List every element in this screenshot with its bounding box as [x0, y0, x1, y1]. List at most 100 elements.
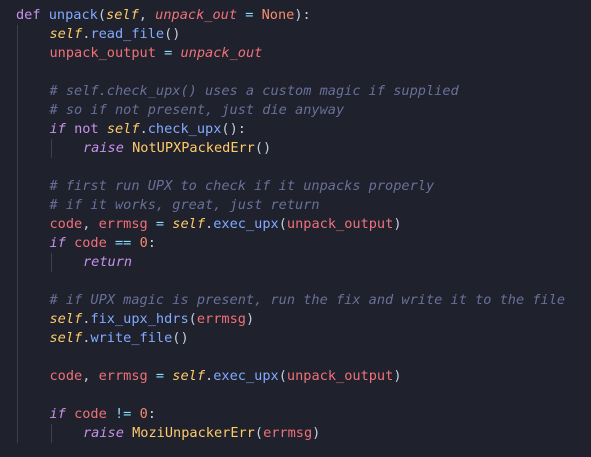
code-token: =: [147, 216, 173, 232]
code-token: self: [49, 311, 83, 327]
code-token: =: [147, 368, 173, 384]
code-line[interactable]: # so if not present, just die anyway: [50, 101, 345, 120]
indent-guide-level-2: [50, 424, 52, 443]
code-token: code: [49, 368, 83, 384]
code-token: :: [147, 235, 156, 251]
code-line[interactable]: raise MoziUnpackerErr(errmsg): [83, 424, 320, 443]
code-token: ==: [106, 235, 140, 251]
code-token: not: [74, 121, 99, 137]
code-line[interactable]: # self.check_upx() uses a custom magic i…: [50, 82, 459, 101]
code-token: (): [172, 330, 189, 346]
code-token: errmsg: [98, 216, 148, 232]
code-line[interactable]: # first run UPX to check if it unpacks p…: [50, 177, 435, 196]
code-token: (: [278, 216, 287, 232]
code-comment: # so if not present, just die anyway: [49, 102, 345, 118]
code-line[interactable]: if not self.check_upx():: [50, 120, 246, 139]
code-token: ): [393, 216, 402, 232]
code-token: (: [188, 311, 197, 327]
code-token: fix_upx_hdrs: [90, 311, 189, 327]
code-token: ): [312, 425, 321, 441]
code-token: if: [49, 406, 66, 422]
code-token: (): [164, 26, 181, 42]
code-token: unpack_output: [286, 216, 394, 232]
code-token: .: [205, 368, 214, 384]
code-token: self: [49, 26, 83, 42]
code-token: raise: [83, 425, 124, 441]
code-line[interactable]: code, errmsg = self.exec_upx(unpack_outp…: [50, 215, 402, 234]
code-line[interactable]: code, errmsg = self.exec_upx(unpack_outp…: [50, 367, 402, 386]
code-token: read_file: [90, 26, 165, 42]
code-line[interactable]: def unpack(self, unpack_out = None):: [16, 6, 311, 25]
code-token: (: [97, 7, 107, 23]
code-token: ,: [138, 7, 156, 23]
code-token: errmsg: [196, 311, 246, 327]
code-line[interactable]: # if UPX magic is present, run the fix a…: [50, 291, 566, 310]
code-token: unpack_out: [180, 45, 263, 61]
code-token: errmsg: [98, 368, 148, 384]
code-comment: # if it works, great, just return: [49, 197, 320, 213]
code-token: 0: [139, 235, 148, 251]
code-token: return: [83, 254, 133, 270]
code-line[interactable]: self.write_file(): [50, 329, 189, 348]
code-comment: # first run UPX to check if it unpacks p…: [49, 178, 435, 194]
code-token: check_upx: [147, 121, 222, 137]
code-editor[interactable]: def unpack(self, unpack_out = None): self…: [0, 0, 591, 457]
code-token: self: [106, 7, 139, 23]
indent-guide-level-2: [50, 139, 52, 158]
code-token: def: [16, 7, 41, 23]
code-line[interactable]: return: [83, 253, 132, 272]
code-token: ): [245, 311, 255, 327]
code-token: .: [139, 121, 148, 137]
code-token: unpack_output: [286, 368, 394, 384]
code-line[interactable]: raise NotUPXPackedErr(): [83, 139, 271, 158]
code-token: if: [49, 121, 66, 137]
code-token: (: [254, 425, 264, 441]
code-comment: # self.check_upx() uses a custom magic i…: [49, 83, 459, 99]
code-token: 0: [139, 406, 148, 422]
code-token: raise: [83, 140, 124, 156]
code-comment: # if UPX magic is present, run the fix a…: [49, 292, 566, 308]
code-line[interactable]: self.fix_upx_hdrs(errmsg): [50, 310, 255, 329]
code-token: NotUPXPackedErr: [132, 140, 255, 156]
code-line[interactable]: unpack_output = unpack_out: [50, 44, 263, 63]
code-line[interactable]: self.read_file(): [50, 25, 181, 44]
code-token: =: [237, 7, 262, 23]
code-token: code: [74, 406, 107, 422]
code-token: errmsg: [263, 425, 313, 441]
code-token: ,: [82, 368, 99, 384]
code-token: ():: [221, 121, 246, 137]
code-line[interactable]: # if it works, great, just return: [50, 196, 320, 215]
code-token: !=: [106, 406, 140, 422]
code-token: self: [49, 330, 83, 346]
code-token: self: [106, 121, 140, 137]
code-token: ,: [82, 216, 99, 232]
code-token: exec_upx: [213, 368, 279, 384]
code-token: .: [205, 216, 214, 232]
code-token: code: [74, 235, 107, 251]
code-token: self: [172, 368, 206, 384]
code-token: write_file: [90, 330, 173, 346]
code-token: unpack_output: [49, 45, 156, 61]
code-token: unpack: [48, 7, 98, 23]
code-token: (): [254, 140, 272, 156]
indent-guide-level-1: [17, 25, 18, 443]
code-token: exec_upx: [213, 216, 279, 232]
code-token: if: [49, 235, 66, 251]
code-token: ):: [294, 7, 311, 23]
code-token: unpack_out: [155, 7, 238, 23]
code-token: None: [261, 7, 295, 23]
code-token: (: [278, 368, 287, 384]
code-line[interactable]: if code == 0:: [50, 234, 156, 253]
code-token: code: [49, 216, 83, 232]
code-token: MoziUnpackerErr: [132, 425, 255, 441]
code-token: self: [172, 216, 206, 232]
code-line[interactable]: if code != 0:: [50, 405, 156, 424]
code-token: :: [147, 406, 156, 422]
